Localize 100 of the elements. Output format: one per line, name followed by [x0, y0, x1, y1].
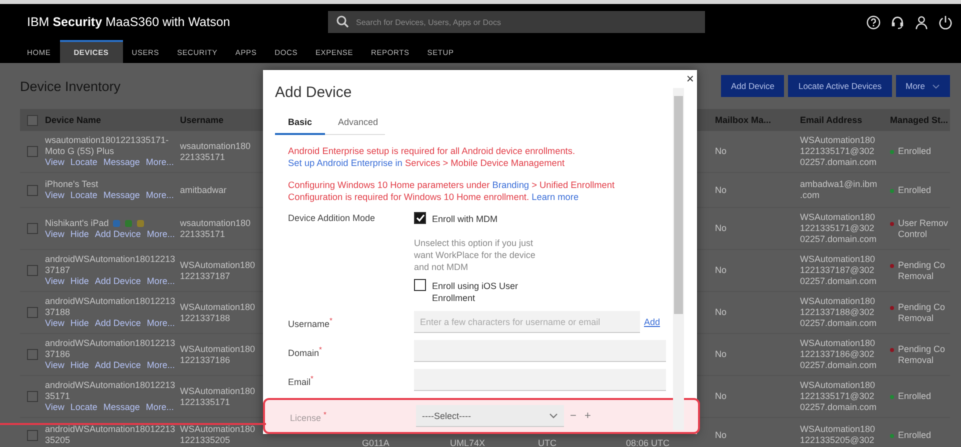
row-link[interactable]: Add Device: [94, 360, 141, 371]
headset-icon[interactable]: [890, 14, 905, 30]
row-checkbox[interactable]: [27, 114, 38, 126]
column-header[interactable]: Username: [180, 115, 262, 125]
row-link[interactable]: More...: [146, 228, 175, 240]
action-button[interactable]: Add Device: [721, 75, 784, 97]
checkbox[interactable]: [414, 212, 426, 224]
device-name[interactable]: androidWSAutomation18012213 37188: [45, 296, 176, 318]
field-label: Username$^{*}$: [288, 316, 334, 328]
table-cell-text: No: [715, 430, 728, 440]
help-icon[interactable]: [866, 14, 881, 30]
notice-link[interactable]: Branding: [492, 180, 530, 190]
row-link[interactable]: More...: [146, 318, 175, 329]
table-cell-text: No: [715, 184, 728, 196]
row-link[interactable]: View: [45, 228, 64, 240]
scrollbar[interactable]: [673, 88, 684, 430]
close-button[interactable]: ×: [686, 73, 694, 85]
input-field[interactable]: Enter a few characters for username or email: [414, 311, 640, 333]
row-checkbox[interactable]: [27, 265, 38, 276]
row-checkbox[interactable]: [27, 391, 38, 402]
field-label: Device Addition Mode: [288, 213, 376, 225]
row-checkbox[interactable]: [27, 430, 38, 440]
power-icon[interactable]: [938, 14, 953, 30]
row-link[interactable]: View: [45, 157, 64, 168]
table-cell-text: No: [715, 223, 728, 234]
more-menu-button[interactable]: More: [896, 75, 950, 97]
checkmark-icon: [416, 214, 424, 222]
row-link[interactable]: View: [45, 318, 64, 329]
row-link[interactable]: Locate: [70, 157, 98, 168]
dialog-tab[interactable]: Basic: [275, 113, 326, 135]
notice-link[interactable]: Learn more: [532, 192, 579, 202]
add-link[interactable]: Add: [644, 317, 660, 327]
notice-link[interactable]: Set up Android Enterprise in: [288, 158, 402, 168]
field-label: Domain$^{*}$: [288, 344, 323, 358]
device-name[interactable]: iPhone's Test: [45, 179, 98, 190]
row-link[interactable]: Add Device: [94, 228, 141, 240]
row-link[interactable]: View: [45, 360, 64, 371]
row-link[interactable]: Message: [103, 190, 140, 201]
table-cell-text: WSAutomation180 1221335205: [180, 424, 256, 446]
field-label: Email$^{*}$: [288, 374, 314, 386]
column-header[interactable]: Email Address: [800, 115, 890, 125]
status-text: Pending Co Removal: [898, 302, 946, 324]
table-cell-text: No: [715, 146, 728, 157]
add-button[interactable]: +: [582, 410, 593, 422]
row-link[interactable]: Hide: [70, 228, 89, 240]
input-field[interactable]: [414, 340, 666, 362]
dialog-title: Add Device: [275, 84, 352, 101]
row-checkbox[interactable]: [27, 146, 38, 157]
row-link[interactable]: More...: [146, 157, 174, 168]
table-cell-text: UTC: [538, 438, 558, 447]
row-checkbox[interactable]: [27, 184, 38, 196]
row-link[interactable]: View: [45, 190, 64, 201]
caret-icon: [932, 84, 940, 88]
row-link[interactable]: View: [45, 402, 64, 413]
row-link[interactable]: Locate: [70, 402, 98, 413]
device-name[interactable]: androidWSAutomation18012213 35205: [45, 424, 176, 446]
notice-text: Configuring Windows 10 Home parameters under Branding > Unified Enrollment Configuration is required for Windows 10 Home enrollment. Learn more: [288, 179, 616, 203]
input-field[interactable]: [414, 369, 666, 391]
device-name[interactable]: androidWSAutomation18012213 37186: [45, 338, 176, 360]
column-header[interactable]: Managed St...: [890, 115, 950, 125]
row-checkbox[interactable]: [27, 307, 38, 318]
row-checkbox[interactable]: [27, 223, 38, 234]
table-cell-text: No: [715, 265, 728, 276]
chevron-down-icon: [549, 412, 558, 418]
device-name[interactable]: androidWSAutomation18012213 35171: [45, 380, 176, 402]
row-link[interactable]: Message: [103, 157, 140, 168]
app-title: IBM Security MaaS360 with Watson: [27, 15, 232, 29]
column-header[interactable]: Mailbox Ma...: [715, 115, 800, 125]
row-link[interactable]: More...: [146, 402, 174, 413]
row-link[interactable]: More...: [146, 190, 174, 201]
row-link[interactable]: Locate: [70, 190, 98, 201]
help-text: Unselect this option if you just want WorkPlace for the device and not MDM: [414, 237, 536, 273]
device-name[interactable]: wsautomation1801221335171- Moto G (5S) Plus: [45, 135, 169, 157]
checkbox[interactable]: [414, 279, 426, 291]
search-field[interactable]: Search for Devices, Users, Apps or Docs: [328, 11, 705, 33]
table-cell-text: ambadwa1@in.ibm .com: [800, 179, 878, 201]
notice-text: Android Enterprise setup is required for all Android device enrollments. Set up Android Enterprise in Services > Mobile Device Management: [288, 145, 576, 169]
license-select[interactable]: ----Select----: [416, 405, 564, 427]
checkbox-label: Enroll with MDM: [432, 213, 499, 225]
row-link[interactable]: Hide: [70, 360, 89, 371]
row-link[interactable]: Hide: [70, 276, 89, 287]
action-button[interactable]: Locate Active Devices: [788, 75, 892, 97]
row-link[interactable]: Hide: [70, 318, 89, 329]
row-link[interactable]: View: [45, 276, 64, 287]
row-link[interactable]: Message: [103, 402, 140, 413]
table-cell-text: No: [715, 391, 728, 402]
table-cell-text: WSAutomation180 1221335171@302 02257.domain.com: [800, 135, 878, 168]
device-name[interactable]: Nishikant's iPad: [45, 218, 109, 228]
row-checkbox[interactable]: [27, 349, 38, 360]
column-header[interactable]: Device Name: [45, 115, 180, 125]
field-label: License $^{*}$: [290, 410, 328, 422]
user-icon[interactable]: [914, 14, 929, 30]
device-name[interactable]: androidWSAutomation18012213 37187: [45, 254, 176, 276]
remove-button[interactable]: −: [568, 410, 578, 422]
table-cell-text: WSAutomation180 1221337186: [180, 344, 256, 366]
dialog-tab[interactable]: Advanced: [325, 113, 392, 135]
row-link[interactable]: More...: [146, 360, 175, 371]
row-link[interactable]: More...: [146, 276, 175, 287]
row-link[interactable]: Add Device: [94, 276, 141, 287]
row-link[interactable]: Add Device: [94, 318, 141, 329]
